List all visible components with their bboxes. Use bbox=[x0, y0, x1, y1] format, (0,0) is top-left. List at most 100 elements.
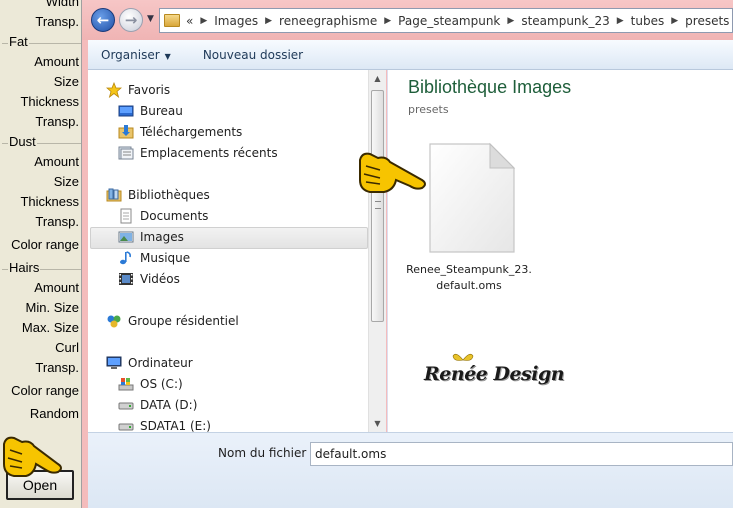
chevron-right-icon[interactable]: ▶ bbox=[384, 16, 391, 26]
filename-label: Nom du fichier : bbox=[218, 446, 315, 460]
computer-icon bbox=[106, 355, 122, 371]
nav-music[interactable]: Musique bbox=[118, 248, 190, 268]
nav-videos[interactable]: Vidéos bbox=[118, 269, 180, 289]
setting-label: Transp. bbox=[35, 360, 79, 375]
setting-label: Transp. bbox=[35, 14, 79, 29]
pictures-icon bbox=[118, 229, 134, 245]
chevron-right-icon[interactable]: ▶ bbox=[200, 16, 207, 26]
watermark-logo: Renée Design bbox=[424, 353, 565, 391]
file-name: Renee_Steampunk_23.default.oms bbox=[406, 263, 532, 292]
blank-file-icon bbox=[429, 142, 516, 253]
nav-label: Ordinateur bbox=[128, 356, 193, 370]
nav-favorites[interactable]: Favoris bbox=[105, 80, 171, 100]
chevron-right-icon[interactable]: ▶ bbox=[617, 16, 624, 26]
nav-label: Vidéos bbox=[140, 272, 180, 286]
open-file-dialog: ← → ▼ « ▶ Images ▶ reneegraphisme ▶ Page… bbox=[82, 0, 733, 508]
library-icon bbox=[106, 187, 122, 203]
setting-label: Min. Size bbox=[25, 300, 79, 315]
setting-label: Transp. bbox=[35, 114, 79, 129]
setting-label: Amount bbox=[34, 154, 79, 169]
setting-label: Size bbox=[53, 74, 79, 89]
setting-label: Color range bbox=[11, 237, 79, 252]
nav-label: Images bbox=[140, 230, 184, 244]
breadcrumb-overflow[interactable]: « bbox=[186, 14, 193, 28]
chevron-right-icon[interactable]: ▶ bbox=[265, 16, 272, 26]
nav-recent-places[interactable]: Emplacements récents bbox=[118, 143, 278, 163]
pointing-hand-icon bbox=[359, 152, 426, 193]
watermark-text: Renée Design bbox=[424, 363, 565, 385]
plugin-settings-panel: Width Transp. Fat Amount Size Thickness Transp… bbox=[0, 0, 82, 508]
navigation-pane: Favoris Bureau Téléchargements Emplaceme… bbox=[88, 70, 368, 432]
address-bar: ← → ▼ « ▶ Images ▶ reneegraphisme ▶ Page… bbox=[82, 0, 733, 40]
scroll-up-icon[interactable]: ▲ bbox=[369, 70, 386, 87]
filename-input[interactable] bbox=[310, 442, 733, 466]
system-drive-icon bbox=[118, 376, 134, 392]
setting-label: Transp. bbox=[35, 214, 79, 229]
breadcrumb-item[interactable]: Images bbox=[214, 14, 258, 28]
library-title: Bibliothèque Images bbox=[408, 77, 572, 97]
breadcrumb-item[interactable]: steampunk_23 bbox=[521, 14, 609, 28]
nav-computer[interactable]: Ordinateur bbox=[106, 353, 193, 373]
setting-label: Width bbox=[45, 0, 79, 9]
breadcrumb-item-current[interactable]: presets bbox=[685, 14, 729, 28]
arrow-left-icon: ← bbox=[96, 11, 110, 29]
setting-label: Random bbox=[29, 406, 79, 421]
file-list-pane: Bibliothèque Images presets Renee_Steamp… bbox=[387, 70, 733, 432]
organize-label: Organiser bbox=[101, 47, 160, 62]
breadcrumb-item[interactable]: tubes bbox=[631, 14, 665, 28]
dialog-footer: Nom du fichier : bbox=[88, 432, 733, 508]
organize-button[interactable]: Organiser ▼ bbox=[101, 48, 171, 62]
scroll-down-icon[interactable]: ▼ bbox=[369, 415, 386, 432]
nav-libraries[interactable]: Bibliothèques bbox=[106, 185, 210, 205]
breadcrumb-item[interactable]: reneegraphisme bbox=[279, 14, 377, 28]
video-icon bbox=[118, 271, 134, 287]
nav-label: OS (C:) bbox=[140, 377, 183, 391]
chevron-right-icon[interactable]: ▶ bbox=[671, 16, 678, 26]
music-icon bbox=[118, 250, 134, 266]
nav-desktop[interactable]: Bureau bbox=[118, 101, 183, 121]
nav-label: Emplacements récents bbox=[140, 146, 278, 160]
nav-scrollbar[interactable]: ▲ ▼ bbox=[368, 70, 386, 432]
grip-icon bbox=[375, 201, 381, 209]
folder-icon bbox=[164, 14, 180, 27]
nav-label: Groupe résidentiel bbox=[128, 314, 239, 328]
breadcrumb[interactable]: « ▶ Images ▶ reneegraphisme ▶ Page_steam… bbox=[159, 8, 733, 33]
scroll-thumb[interactable] bbox=[371, 90, 384, 322]
nav-homegroup[interactable]: Groupe résidentiel bbox=[106, 311, 239, 331]
recent-pages-dropdown-icon[interactable]: ▼ bbox=[147, 14, 154, 24]
section-heading: Hairs bbox=[8, 260, 41, 275]
back-button[interactable]: ← bbox=[91, 8, 115, 32]
setting-label: Amount bbox=[34, 54, 79, 69]
nav-documents[interactable]: Documents bbox=[118, 206, 208, 226]
chevron-right-icon[interactable]: ▶ bbox=[507, 16, 514, 26]
nav-drive-e[interactable]: SDATA1 (E:) bbox=[118, 416, 211, 432]
pointing-hand-icon bbox=[3, 436, 62, 477]
nav-label: Musique bbox=[140, 251, 191, 265]
hard-drive-icon bbox=[118, 397, 134, 413]
arrow-right-icon: → bbox=[124, 11, 138, 29]
section-heading: Fat bbox=[8, 34, 29, 49]
command-toolbar: Organiser ▼ Nouveau dossier bbox=[88, 40, 733, 70]
setting-label: Amount bbox=[34, 280, 79, 295]
setting-label: Thickness bbox=[20, 194, 79, 209]
section-heading: Dust bbox=[8, 134, 37, 149]
nav-label: Bibliothèques bbox=[128, 188, 210, 202]
nav-label: Bureau bbox=[140, 104, 183, 118]
new-folder-button[interactable]: Nouveau dossier bbox=[203, 48, 303, 62]
forward-button[interactable]: → bbox=[119, 8, 143, 32]
breadcrumb-item[interactable]: Page_steampunk bbox=[398, 14, 500, 28]
nav-label: SDATA1 (E:) bbox=[140, 419, 211, 432]
desktop-icon bbox=[118, 103, 134, 119]
nav-label: Favoris bbox=[128, 83, 171, 97]
setting-label: Color range bbox=[11, 383, 79, 398]
documents-icon bbox=[118, 208, 134, 224]
nav-drive-d[interactable]: DATA (D:) bbox=[118, 395, 197, 415]
nav-images[interactable]: Images bbox=[118, 227, 184, 247]
nav-downloads[interactable]: Téléchargements bbox=[118, 122, 242, 142]
star-icon bbox=[105, 81, 123, 99]
nav-label: Documents bbox=[140, 209, 209, 223]
chevron-down-icon: ▼ bbox=[164, 51, 171, 61]
recent-places-icon bbox=[118, 145, 134, 161]
nav-drive-c[interactable]: OS (C:) bbox=[118, 374, 183, 394]
setting-label: Size bbox=[53, 174, 79, 189]
